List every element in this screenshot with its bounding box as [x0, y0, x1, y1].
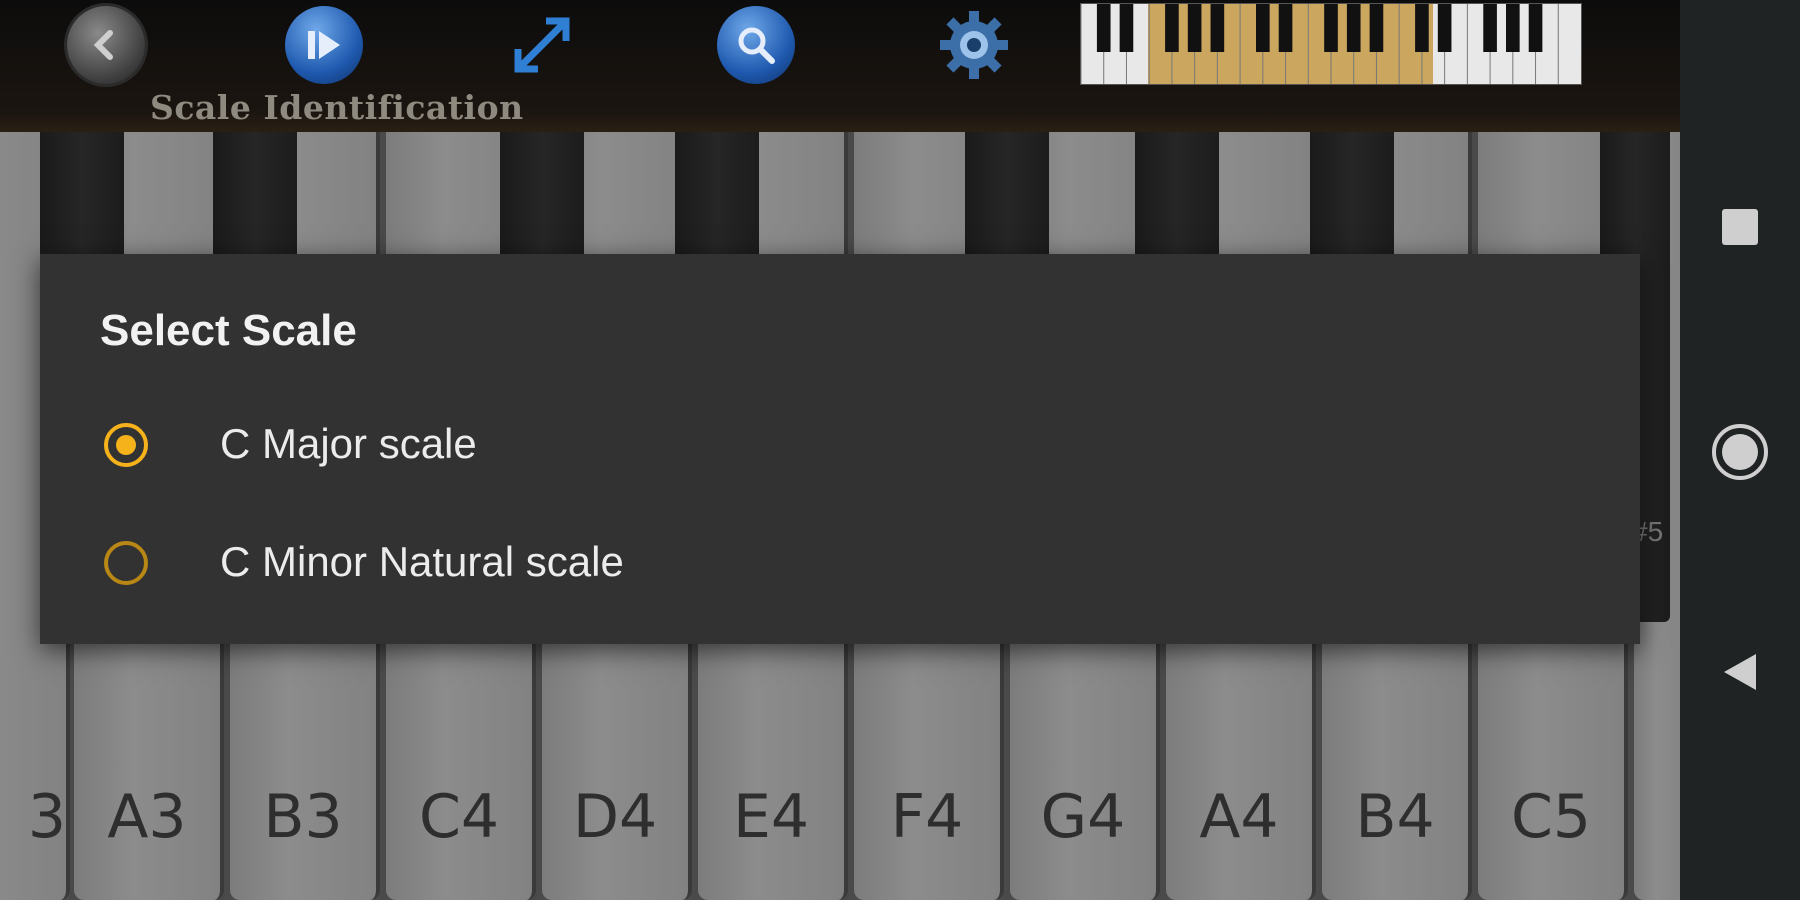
- recents-icon: [1722, 209, 1758, 245]
- select-scale-dialog: Select Scale C Major scale C Minor Natur…: [40, 254, 1640, 644]
- option-label: C Major scale: [220, 420, 477, 467]
- scale-option-c-minor-natural[interactable]: C Minor Natural scale: [40, 512, 1640, 622]
- nav-back-button[interactable]: [1700, 632, 1780, 712]
- radio-button-checked[interactable]: [104, 423, 148, 467]
- dialog-title: Select Scale: [100, 306, 357, 355]
- home-button[interactable]: [1700, 412, 1780, 492]
- system-navigation-bar: [1680, 0, 1800, 900]
- option-label: C Minor Natural scale: [220, 538, 624, 585]
- scale-option-c-major[interactable]: C Major scale: [40, 394, 1640, 504]
- nav-back-icon: [1724, 654, 1756, 690]
- home-icon: [1712, 424, 1768, 480]
- recents-button[interactable]: [1700, 187, 1780, 267]
- radio-button-unchecked[interactable]: [104, 541, 148, 585]
